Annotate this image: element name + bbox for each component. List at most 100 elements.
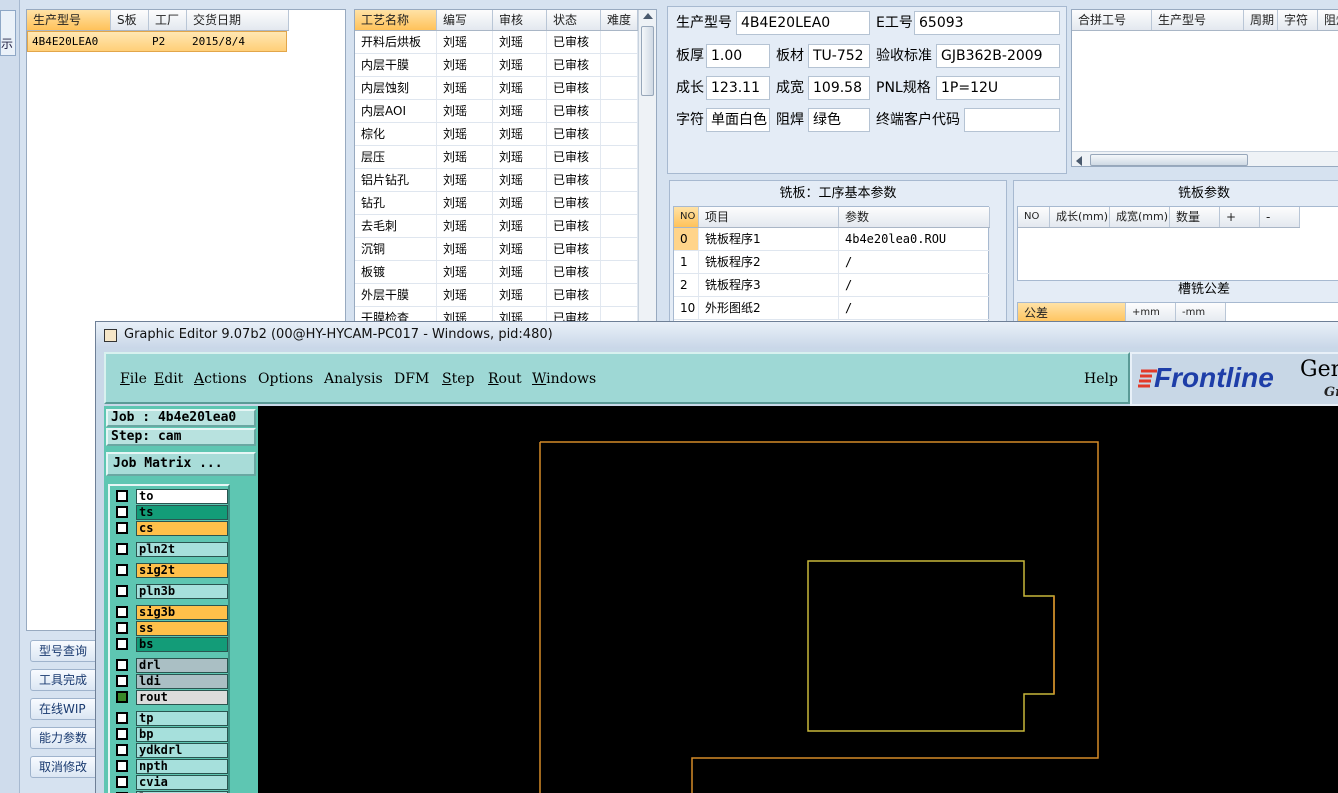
menu-step[interactable]: Step [442, 370, 474, 388]
table-row[interactable]: 内层AOI 刘瑶 刘瑶 已审核 [355, 100, 638, 123]
layer-checkbox[interactable] [116, 622, 128, 634]
layer-name[interactable]: bp [136, 727, 228, 742]
table-row[interactable]: 2 铣板程序3/ [674, 274, 990, 297]
layer-name[interactable]: rout [136, 690, 228, 705]
layer-name[interactable]: tp [136, 711, 228, 726]
menu-options[interactable]: Options [258, 370, 313, 388]
col-merge-number[interactable]: 合拼工号 [1072, 10, 1152, 30]
character-field[interactable]: 单面白色 [706, 108, 770, 132]
layer-name[interactable]: cs [136, 521, 228, 536]
scroll-thumb[interactable] [1090, 154, 1248, 166]
layer-checkbox[interactable] [116, 585, 128, 597]
table-row[interactable]: 0 铣板程序1 4b4e20lea0.ROU [674, 228, 990, 251]
col-width-mm[interactable]: 成宽(mm) [1110, 207, 1170, 227]
layer-row-rout[interactable]: rout [114, 690, 228, 705]
job-matrix-button[interactable]: Job Matrix ... [106, 452, 256, 476]
layer-checkbox[interactable] [116, 776, 128, 788]
col-quantity[interactable]: 数量 [1170, 207, 1220, 227]
layer-checkbox[interactable] [116, 760, 128, 772]
layer-row-to[interactable]: to [114, 489, 228, 504]
layer-row-ts[interactable]: ts [114, 505, 228, 520]
menu-edit[interactable]: Edit [154, 370, 183, 388]
layer-name[interactable]: ldi [136, 674, 228, 689]
col-author[interactable]: 编写 [437, 10, 493, 30]
layer-name[interactable]: drl [136, 658, 228, 673]
layer-row-pln3b[interactable]: pln3b [114, 584, 228, 599]
layer-name[interactable]: pln3b [136, 584, 228, 599]
col-solder-mask[interactable]: 阻焊 [1318, 10, 1338, 30]
layer-checkbox[interactable] [116, 691, 128, 703]
layer-row-ss[interactable]: ss [114, 621, 228, 636]
customer-code-field[interactable] [964, 108, 1060, 132]
menu-help[interactable]: Help [1084, 370, 1118, 388]
layer-checkbox[interactable] [116, 543, 128, 555]
col-minus-mm[interactable]: -mm [1176, 303, 1226, 323]
layer-checkbox[interactable] [116, 675, 128, 687]
thickness-field[interactable]: 1.00 [706, 44, 770, 68]
layer-name[interactable]: ydkdrl [136, 743, 228, 758]
layer-row-cs[interactable]: cs [114, 521, 228, 536]
material-field[interactable]: TU-752 [808, 44, 870, 68]
col-no[interactable]: NO [674, 207, 699, 227]
layer-row-npth[interactable]: npth [114, 759, 228, 774]
col-tolerance[interactable]: 公差 [1018, 303, 1126, 323]
pnl-field[interactable]: 1P=12U [936, 76, 1060, 100]
table-row[interactable]: 4B4E20LEA0 P2 2015/8/4 [27, 31, 287, 52]
scroll-left-arrow-icon[interactable] [1076, 156, 1082, 166]
menu-windows[interactable]: Windows [532, 370, 596, 388]
width-field[interactable]: 109.58 [808, 76, 870, 100]
col-status[interactable]: 状态 [547, 10, 601, 30]
layer-checkbox[interactable] [116, 638, 128, 650]
layer-name[interactable]: cvia [136, 775, 228, 790]
scroll-up-arrow-icon[interactable] [643, 13, 653, 19]
layer-row-drl[interactable]: drl [114, 658, 228, 673]
col-param[interactable]: 参数 [839, 207, 990, 227]
col-character[interactable]: 字符 [1278, 10, 1318, 30]
scroll-thumb[interactable] [641, 26, 654, 96]
layer-name[interactable]: ss [136, 621, 228, 636]
col-minus[interactable]: - [1260, 207, 1300, 227]
show-button[interactable]: 示 [0, 10, 16, 56]
menu-analysis[interactable]: Analysis [324, 370, 383, 388]
layer-name[interactable]: ts [136, 505, 228, 520]
table-row[interactable]: 沉铜 刘瑶 刘瑶 已审核 [355, 238, 638, 261]
layer-row-bs[interactable]: bs [114, 637, 228, 652]
col-delivery-date[interactable]: 交货日期 [187, 10, 289, 30]
table-row[interactable]: 钻孔 刘瑶 刘瑶 已审核 [355, 192, 638, 215]
table-row[interactable]: 10 外形图纸2/ [674, 297, 990, 320]
layer-name[interactable]: bs [136, 637, 228, 652]
layer-checkbox[interactable] [116, 490, 128, 502]
col-item[interactable]: 项目 [699, 207, 839, 227]
model-field[interactable]: 4B4E20LEA0 [736, 11, 870, 35]
layer-checkbox[interactable] [116, 659, 128, 671]
layer-name[interactable]: sig2t [136, 563, 228, 578]
process-scrollbar[interactable] [638, 10, 656, 328]
table-row[interactable]: 层压 刘瑶 刘瑶 已审核 [355, 146, 638, 169]
menu-dfm[interactable]: DFM [394, 370, 429, 388]
layer-checkbox[interactable] [116, 522, 128, 534]
layer-name[interactable]: sig3b [136, 605, 228, 620]
e-number-field[interactable]: 65093 [914, 11, 1060, 35]
layer-checkbox[interactable] [116, 712, 128, 724]
menu-file[interactable]: File [120, 370, 147, 388]
layer-row-bp[interactable]: bp [114, 727, 228, 742]
col-plus[interactable]: + [1220, 207, 1260, 227]
col-plus-mm[interactable]: +mm [1126, 303, 1176, 323]
layer-row-ydkdrl[interactable]: ydkdrl [114, 743, 228, 758]
length-field[interactable]: 123.11 [706, 76, 770, 100]
layer-checkbox[interactable] [116, 506, 128, 518]
menu-rout[interactable]: Rout [488, 370, 522, 388]
graphic-editor-titlebar[interactable]: Graphic Editor 9.07b2 (00@HY-HYCAM-PC017… [96, 322, 1338, 348]
graphic-canvas[interactable] [258, 406, 1338, 793]
col-no[interactable]: NO [1018, 207, 1050, 227]
table-row[interactable]: 棕化 刘瑶 刘瑶 已审核 [355, 123, 638, 146]
col-process-name[interactable]: 工艺名称 [355, 10, 437, 30]
layer-row-tp[interactable]: tp [114, 711, 228, 726]
col-factory[interactable]: 工厂 [149, 10, 187, 30]
col-merge-model[interactable]: 生产型号 [1152, 10, 1244, 30]
table-row[interactable]: 内层蚀刻 刘瑶 刘瑶 已审核 [355, 77, 638, 100]
col-reviewer[interactable]: 审核 [493, 10, 547, 30]
standard-field[interactable]: GJB362B-2009 [936, 44, 1060, 68]
col-model[interactable]: 生产型号 [27, 10, 111, 30]
layer-name[interactable]: npth [136, 759, 228, 774]
